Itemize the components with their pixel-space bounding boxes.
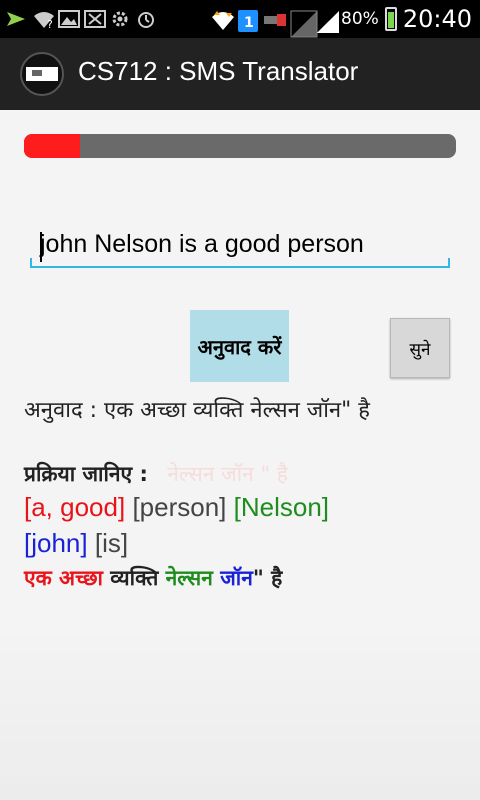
empty-area — [0, 622, 480, 800]
token: [Nelson] — [233, 492, 330, 522]
token: व्यक्ति — [110, 566, 159, 590]
listen-button[interactable]: सुने — [390, 318, 450, 378]
progress-fill — [24, 134, 81, 158]
token: " है — [252, 566, 283, 590]
token: [person] — [132, 492, 227, 522]
svg-text:?: ? — [47, 18, 53, 29]
signal-icon-1 — [289, 9, 318, 38]
message-input-value: john Nelson is a good person — [40, 230, 364, 258]
message-input[interactable]: john Nelson is a good person — [30, 226, 450, 268]
token: [is] — [94, 528, 129, 558]
svg-text:1: 1 — [244, 15, 254, 31]
token: जॉन — [220, 566, 253, 590]
token: नेल्सन — [165, 566, 213, 590]
notification-icons: ? — [6, 6, 156, 32]
clock: 20:40 — [402, 5, 472, 33]
main-content: john Nelson is a good person अनुवाद करें… — [0, 110, 480, 622]
settings-icon — [110, 9, 130, 29]
switch-icon — [263, 9, 287, 29]
status-bar: ? 1 80% 20:40 — [0, 0, 480, 38]
token: [a, good] — [24, 492, 126, 522]
battery-percent: 80% — [341, 9, 379, 29]
signal-icon-2 — [315, 9, 340, 33]
process-faded-text: नेल्सन जॉन " है — [167, 462, 288, 486]
sim-icon: 1 — [237, 9, 259, 32]
app-logo-icon[interactable] — [20, 52, 64, 96]
progress-bar — [24, 134, 456, 158]
action-bar: CS712 : SMS Translator — [0, 38, 480, 110]
system-icons: 1 80% 20:40 — [211, 0, 472, 38]
colored-translation: एक अच्छा व्यक्ति नेल्सन जॉन" है — [24, 564, 282, 592]
no-signal-icon — [84, 9, 106, 29]
app-title: CS712 : SMS Translator — [78, 56, 359, 86]
process-label: प्रक्रिया जानिए : — [24, 462, 148, 486]
translation-result: अनुवाद : एक अच्छा व्यक्ति नेल्सन जॉन" है — [24, 398, 370, 423]
battery-icon — [384, 7, 397, 31]
token: एक अच्छा — [24, 566, 103, 590]
send-icon — [6, 9, 26, 29]
process-section: प्रक्रिया जानिए : नेल्सन जॉन " है — [24, 460, 288, 488]
wifi-question-icon: ? — [32, 9, 54, 31]
wifi-icon — [211, 9, 235, 30]
alarm-icon — [136, 9, 156, 29]
image-icon — [58, 9, 80, 29]
token-line-2: [john] [is] — [24, 528, 128, 559]
translate-button[interactable]: अनुवाद करें — [190, 310, 289, 382]
token-line-1: [a, good] [person] [Nelson] — [24, 492, 329, 523]
token: [john] — [24, 528, 88, 558]
